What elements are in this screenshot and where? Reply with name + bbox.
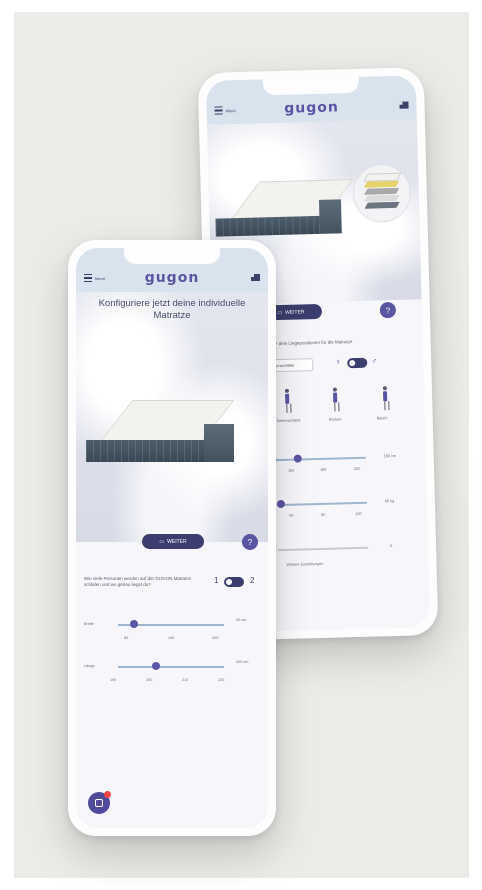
menu-button[interactable]: Menü (84, 274, 105, 282)
length-slider-handle[interactable] (152, 662, 160, 670)
male-icon: ♂ (371, 356, 378, 366)
hamburger-icon (84, 274, 92, 282)
position-label-side: Seitenschläfer (276, 418, 301, 424)
weight-slider-handle[interactable] (276, 499, 286, 509)
weight-tick: 100 (355, 511, 362, 517)
height-value: 180 cm (383, 453, 397, 459)
continue-button[interactable]: ▭ WEITER (142, 534, 204, 549)
app-header: Menü gugon (205, 75, 417, 125)
brand-logo[interactable]: gugon (284, 99, 339, 116)
weight-tick: 80 (321, 512, 326, 517)
hamburger-icon (214, 106, 223, 115)
position-label-back: Rücken (328, 417, 342, 422)
app-header: Menü gugon (76, 248, 268, 292)
flag-icon[interactable] (399, 101, 409, 109)
chat-button[interactable] (88, 791, 111, 814)
question-icon: ? (247, 537, 253, 547)
menu-label: Menü (95, 275, 106, 281)
persons-question: Wie viele Personen werden auf der GUGON … (84, 576, 192, 587)
weight-tick: 50 (289, 513, 294, 518)
sleeper-figure-stomach[interactable] (382, 386, 389, 411)
chat-icon (95, 799, 103, 807)
persons-option-1[interactable]: 1 (214, 576, 218, 585)
width-label: Breite (84, 622, 94, 626)
width-tick: 140 (168, 636, 175, 640)
notch (262, 76, 360, 96)
weight-value: 80 kg (384, 499, 395, 504)
sleeper-figure-side[interactable] (284, 388, 292, 413)
notification-badge (104, 791, 111, 798)
length-slider-track[interactable] (118, 666, 224, 668)
more-settings-link[interactable]: Weitere Einstellungen (286, 562, 323, 567)
height-slider-handle[interactable] (293, 454, 302, 463)
extra-value: 0 (390, 544, 393, 549)
width-value: 90 cm (236, 618, 247, 622)
height-tick: 180 (319, 467, 327, 472)
height-slider-track[interactable] (275, 456, 366, 461)
brand-logo[interactable]: gugon (145, 270, 200, 286)
persons-toggle[interactable] (224, 577, 244, 587)
persons-option-2[interactable]: 2 (250, 576, 254, 585)
phone-front-screen: Menü gugon Konfiguriere jetzt deine indi… (76, 248, 268, 828)
layer-detail-image (352, 163, 412, 224)
position-label-stomach: Bauch (376, 416, 388, 421)
female-icon: ♀ (335, 357, 342, 367)
help-button[interactable]: ? (242, 534, 258, 550)
length-label: Länge (84, 664, 95, 668)
phone-front: Menü gugon Konfiguriere jetzt deine indi… (68, 240, 276, 836)
mattress-image (86, 400, 246, 480)
extra-slider-track[interactable] (278, 546, 369, 551)
width-tick: 80 (124, 636, 129, 640)
bed-icon: ▭ (159, 538, 165, 545)
width-slider-handle[interactable] (130, 620, 138, 628)
height-tick: 200 (353, 466, 361, 472)
menu-label: Menü (225, 107, 236, 113)
length-value: 200 cm (236, 660, 249, 664)
hero-image: Konfiguriere jetzt deine individuelle Ma… (76, 292, 268, 542)
positions-info: Wähle dein Liegepositionen für die Matra… (264, 339, 353, 347)
flag-icon[interactable] (251, 274, 260, 281)
notch (124, 248, 220, 264)
length-tick: 220 (218, 678, 225, 682)
height-tick: 150 (287, 468, 295, 473)
gender-toggle[interactable] (347, 357, 368, 369)
sleeper-figure-back[interactable] (332, 387, 340, 412)
help-button[interactable]: ? (379, 301, 397, 319)
length-tick: 200 (146, 678, 153, 682)
length-tick: 210 (182, 678, 189, 682)
weight-slider-track[interactable] (276, 501, 367, 506)
length-tick: 190 (110, 678, 117, 682)
bed-icon: ▭ (277, 309, 283, 316)
menu-button[interactable]: Menü (214, 106, 236, 115)
page-headline: Konfiguriere jetzt deine individuelle Ma… (98, 298, 246, 321)
width-tick: 200 (212, 636, 219, 640)
question-icon: ? (385, 305, 391, 315)
